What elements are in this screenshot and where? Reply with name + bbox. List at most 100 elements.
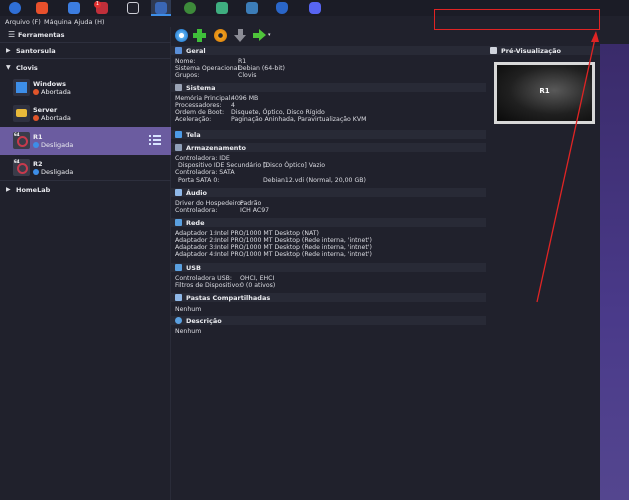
section-pastas-compartilhadas[interactable]: Pastas Compartilhadas [171,293,486,302]
steam-icon[interactable] [246,2,258,14]
detail-value: Debian12.vdi (Normal, 20,00 GB) [263,177,366,184]
section-usb[interactable]: USB [171,263,486,272]
detail-label: Aceleração: [175,116,212,123]
section-title: Rede [186,219,205,227]
new-vm-plus-icon[interactable] [193,29,206,42]
section-title: Tela [186,131,201,139]
aborted-icon [33,89,39,95]
detail-value: [Disco Óptico] Vazio [263,162,326,169]
discord-icon[interactable] [309,2,321,14]
detail-value: 0 (0 ativos) [240,282,276,289]
divider [0,180,171,181]
detail-value: 4096 MB [231,95,259,102]
section-title: USB [186,264,201,272]
vm-preview-screen: R1 [494,62,595,124]
section-audio[interactable]: Áudio [171,188,486,197]
vm-state-text: Abortada [41,88,71,96]
detail-label: Grupos: [175,72,200,79]
detail-value: Disquete, Óptico, Disco Rígido [231,109,325,116]
network-icon [175,219,182,226]
detail-value: Intel PRO/1000 MT Desktop (NAT) [215,230,319,237]
detail-value: Intel PRO/1000 MT Desktop (Rede interna,… [215,251,372,258]
section-title: Sistema [186,84,216,92]
detail-label: Controladora: [175,207,218,214]
discard-down-arrow-icon[interactable] [234,29,247,42]
vm-name: Windows [33,80,67,88]
group-homelab[interactable]: ▶ HomeLab [0,182,171,197]
start-arrow-icon[interactable] [253,29,266,42]
detail-label: Controladora: SATA [175,169,235,176]
gpu-icon[interactable] [184,2,196,14]
menu-maquina[interactable]: Máquina [44,18,72,26]
window-manager-icon[interactable] [127,2,139,14]
chevron-down-icon: ▼ [6,64,11,71]
section-geral[interactable]: Geral [171,46,486,55]
chevron-right-icon: ▶ [6,186,11,193]
vm-row-r2[interactable]: 64 R2 Desligada [0,157,171,179]
section-tela[interactable]: Tela [171,130,486,139]
vm-state: Abortada [33,114,71,122]
chevron-right-icon: ▶ [6,47,11,54]
detail-label: Sistema Operacional: [175,65,242,72]
details-menu-icon[interactable] [149,134,161,146]
annotation-highlight-box [434,9,600,30]
detail-label: Driver do Hospedeiro: [175,200,243,207]
section-descricao[interactable]: Descrição [171,316,486,325]
group-label: HomeLab [16,186,51,194]
detail-value: Intel PRO/1000 MT Desktop (Rede interna,… [215,244,372,251]
vm-row-server[interactable]: Server Abortada [0,103,171,125]
detail-label: Filtros de Dispositivo: [175,282,242,289]
brave-browser-icon[interactable] [36,2,48,14]
detail-value: ICH AC97 [240,207,270,214]
vm-state-text: Desligada [41,141,74,149]
monitor-icon [490,47,497,54]
bluesky-icon[interactable] [9,2,21,14]
menu-ajuda[interactable]: Ajuda (H) [74,18,105,26]
detail-value: Padrão [240,200,262,207]
group-clovis[interactable]: ▼ Clovis [0,60,171,75]
start-dropdown-chevron-icon[interactable]: ▾ [268,32,271,38]
preview-title: Pré-Visualização [501,47,561,55]
section-sistema[interactable]: Sistema [171,83,486,92]
detail-label: Controladora: IDE [175,155,230,162]
vm-state: Desligada [33,141,73,149]
configure-gear-icon[interactable] [214,29,227,42]
virtualbox-icon[interactable] [155,2,167,14]
section-title: Áudio [186,189,208,197]
divider [0,58,171,59]
stack-icon[interactable] [216,2,228,14]
display-icon [175,131,182,138]
vm-state: Abortada [33,88,71,96]
group-label: Clovis [16,64,38,72]
detail-label: Memória Principal: [175,95,233,102]
detail-value: R1 [238,58,247,65]
tools-row[interactable]: ☰ Ferramentas [0,27,171,42]
usb-icon [175,264,182,271]
section-armazenamento[interactable]: Armazenamento [171,143,486,152]
description-icon [175,317,182,324]
vm-name: Server [33,106,58,114]
server-vm-icon [13,105,30,122]
detail-value: Clovis [238,72,257,79]
preview-header[interactable]: Pré-Visualização [486,46,600,55]
notes-icon[interactable]: 1 [94,1,108,14]
vm-sidebar: ☰ Ferramentas ▶ Santorsula ▼ Clovis Wind… [0,27,171,500]
general-icon [175,47,182,54]
tools-label: Ferramentas [18,31,65,39]
powered-off-icon [33,142,39,148]
section-rede[interactable]: Rede [171,218,486,227]
vm-row-r1-selected[interactable]: 64 R1 Desligada [0,127,171,155]
folder-icon [175,294,182,301]
detail-value: Debian (64-bit) [238,65,285,72]
vm-state-text: Abortada [41,114,71,122]
vm-row-windows[interactable]: Windows Abortada [0,77,171,99]
detail-label: Porta SATA 0: [178,177,220,184]
detail-value: OHCI, EHCI [240,275,275,282]
powered-off-icon [33,169,39,175]
file-manager-icon[interactable] [68,2,80,14]
security-icon[interactable] [276,2,288,14]
menu-arquivo[interactable]: Arquivo (F) [5,18,41,26]
group-santorsula[interactable]: ▶ Santorsula [0,43,171,58]
settings-gear-icon[interactable] [175,29,188,42]
desktop-wallpaper-edge [600,44,629,500]
